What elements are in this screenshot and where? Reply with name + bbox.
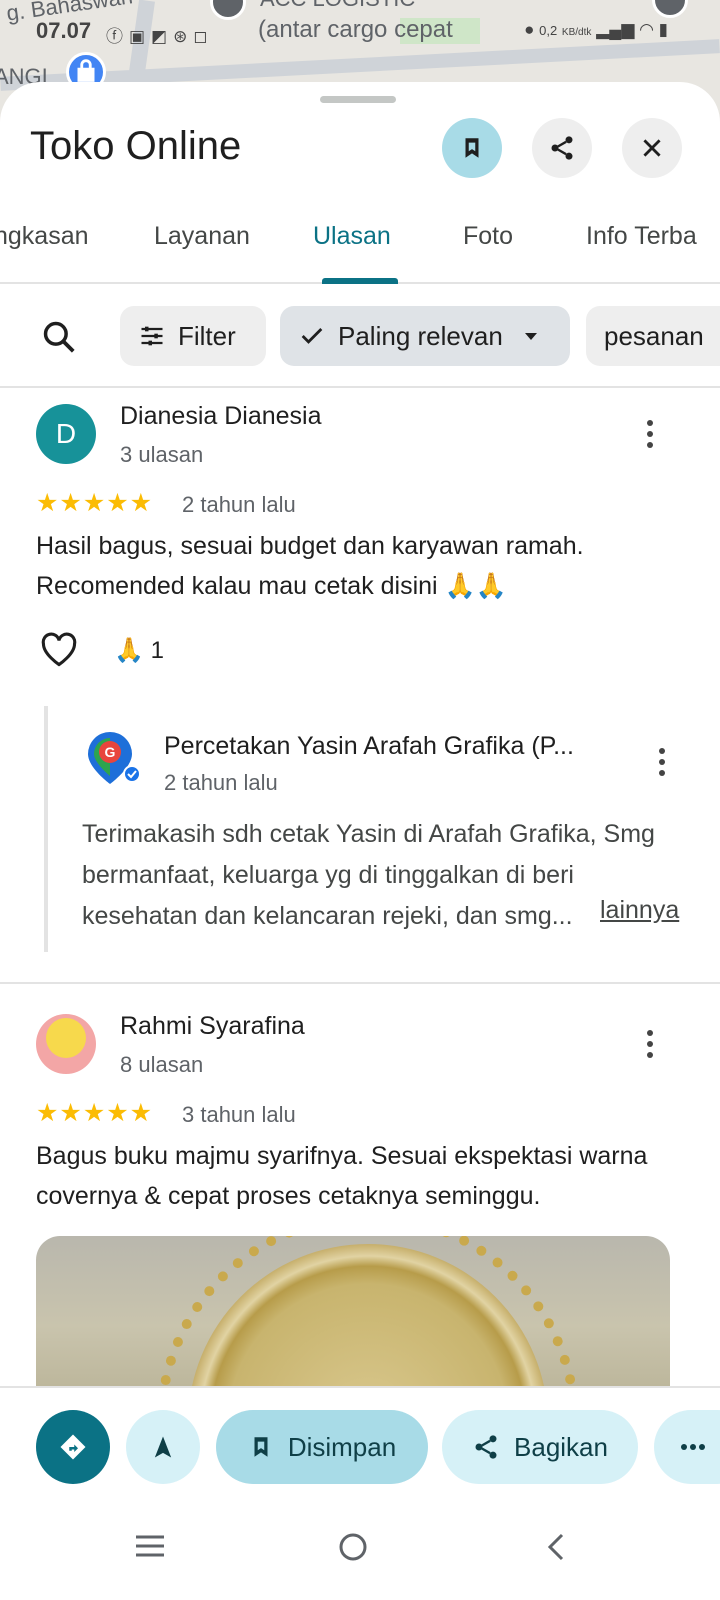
sort-chip[interactable]: Paling relevan (280, 306, 570, 366)
status-bar: 07.07 ⓕ▣◩⊛◻ (antar cargo cepat ● 0,2 KB/… (0, 14, 720, 50)
review-text: Bagus buku majmu syarifnya. Sesuai ekspe… (36, 1142, 648, 1210)
more-actions-button[interactable] (654, 1410, 720, 1484)
share-action-button[interactable]: Bagikan (442, 1410, 638, 1484)
status-right-icons: ● 0,2 KB/dtk ▂▄▆ ◠ ▮ (524, 20, 668, 40)
review-text: Hasil bagus, sesuai budget dan karyawan … (36, 532, 584, 600)
more-options-button[interactable] (638, 418, 662, 455)
filter-chip[interactable]: Filter (120, 306, 266, 366)
start-navigation-button[interactable] (126, 1410, 200, 1484)
notification-text: (antar cargo cepat (258, 16, 453, 43)
back-button[interactable] (544, 1532, 568, 1567)
back-chevron-icon (547, 1533, 564, 1561)
reviewer-name[interactable]: Rahmi Syarafina (120, 1012, 305, 1041)
save-button[interactable] (442, 118, 502, 178)
more-options-button[interactable] (638, 1028, 662, 1065)
notification-icons: ⓕ▣◩⊛◻ (106, 27, 214, 46)
owner-more-options-button[interactable] (650, 746, 674, 783)
share-label: Bagikan (514, 1431, 608, 1462)
review-filters: Filter Paling relevan pesanan (0, 284, 720, 388)
recent-apps-button[interactable] (134, 1532, 166, 1565)
dropdown-arrow-icon (524, 333, 537, 340)
tab-overview[interactable]: ngkasan (0, 222, 89, 251)
star-rating: ★★★★★ (36, 1099, 154, 1127)
menu-icon (136, 1535, 164, 1557)
tab-photos[interactable]: Foto (463, 222, 513, 251)
owner-reply: G Percetakan Yasin Arafah Grafika (P... … (44, 706, 720, 952)
owner-logo: G (84, 728, 141, 784)
owner-reply-date: 2 tahun lalu (164, 770, 278, 795)
page-title: Toko Online (30, 124, 242, 168)
sort-label: Paling relevan (338, 320, 503, 351)
reviewer-name[interactable]: Dianesia Dianesia (120, 402, 322, 431)
avatar[interactable]: D (36, 404, 96, 464)
more-vert-icon (647, 420, 653, 448)
map-label-place: ACC LOGISTIC (260, 0, 415, 12)
share-icon (475, 1435, 497, 1459)
home-button[interactable] (338, 1532, 368, 1567)
status-time: 07.07 (36, 18, 92, 43)
more-horiz-icon (681, 1444, 705, 1450)
wifi-icon: ◠ (639, 20, 654, 39)
action-bar: Disimpan Bagikan (0, 1386, 720, 1506)
like-button[interactable] (38, 630, 80, 673)
tune-icon (141, 326, 163, 346)
saved-button[interactable]: Disimpan (216, 1410, 428, 1484)
share-icon (551, 136, 573, 160)
net-speed: 0,2 (539, 23, 558, 38)
drag-handle[interactable] (320, 96, 396, 103)
close-icon (643, 139, 661, 157)
tab-updates[interactable]: Info Terba (586, 222, 697, 251)
heart-icon (41, 632, 77, 667)
search-reviews-button[interactable] (40, 318, 78, 361)
check-icon (301, 328, 323, 344)
reviewer-review-count: 3 ulasan (120, 442, 204, 467)
owner-name: Percetakan Yasin Arafah Grafika (P... (164, 732, 574, 760)
review-divider (0, 982, 720, 984)
avatar-letter: D (55, 418, 77, 449)
keyword-label: pesanan (604, 320, 704, 351)
keyword-chip[interactable]: pesanan (586, 306, 720, 366)
search-icon (43, 321, 75, 353)
directions-icon (60, 1434, 86, 1460)
tab-bar: ngkasan Layanan Ulasan Foto Info Terba (0, 212, 720, 284)
bookmark-icon (254, 1437, 268, 1457)
saved-label: Disimpan (287, 1431, 397, 1462)
avatar[interactable] (36, 1014, 96, 1074)
system-nav-bar (0, 1506, 720, 1600)
bookmark-icon (465, 138, 479, 158)
reaction-emoji: 🙏 (114, 637, 144, 664)
net-unit: KB/dtk (561, 27, 592, 38)
reaction[interactable]: 🙏 1 (114, 636, 164, 665)
share-button[interactable] (532, 118, 592, 178)
close-button[interactable] (622, 118, 682, 178)
signal-icon: ▂▄▆ (596, 20, 635, 39)
more-vert-icon (647, 1030, 653, 1058)
navigation-arrow-icon (154, 1436, 172, 1458)
reviewer-review-count: 8 ulasan (120, 1052, 204, 1077)
battery-icon: ▮ (658, 20, 668, 39)
read-more-link[interactable]: lainnya (600, 896, 679, 925)
filter-label: Filter (178, 320, 236, 351)
more-vert-icon (659, 748, 665, 776)
svg-text:G: G (105, 744, 116, 760)
reaction-count: 1 (150, 637, 164, 664)
directions-button[interactable] (36, 1410, 110, 1484)
location-icon: ● (524, 20, 535, 39)
star-rating: ★★★★★ (36, 489, 154, 517)
home-circle-icon (339, 1533, 367, 1561)
review-date: 2 tahun lalu (182, 492, 296, 517)
review-photo[interactable] (36, 1236, 670, 1386)
review-date: 3 tahun lalu (182, 1102, 296, 1127)
tab-reviews[interactable]: Ulasan (313, 222, 391, 251)
tab-services[interactable]: Layanan (154, 222, 250, 251)
